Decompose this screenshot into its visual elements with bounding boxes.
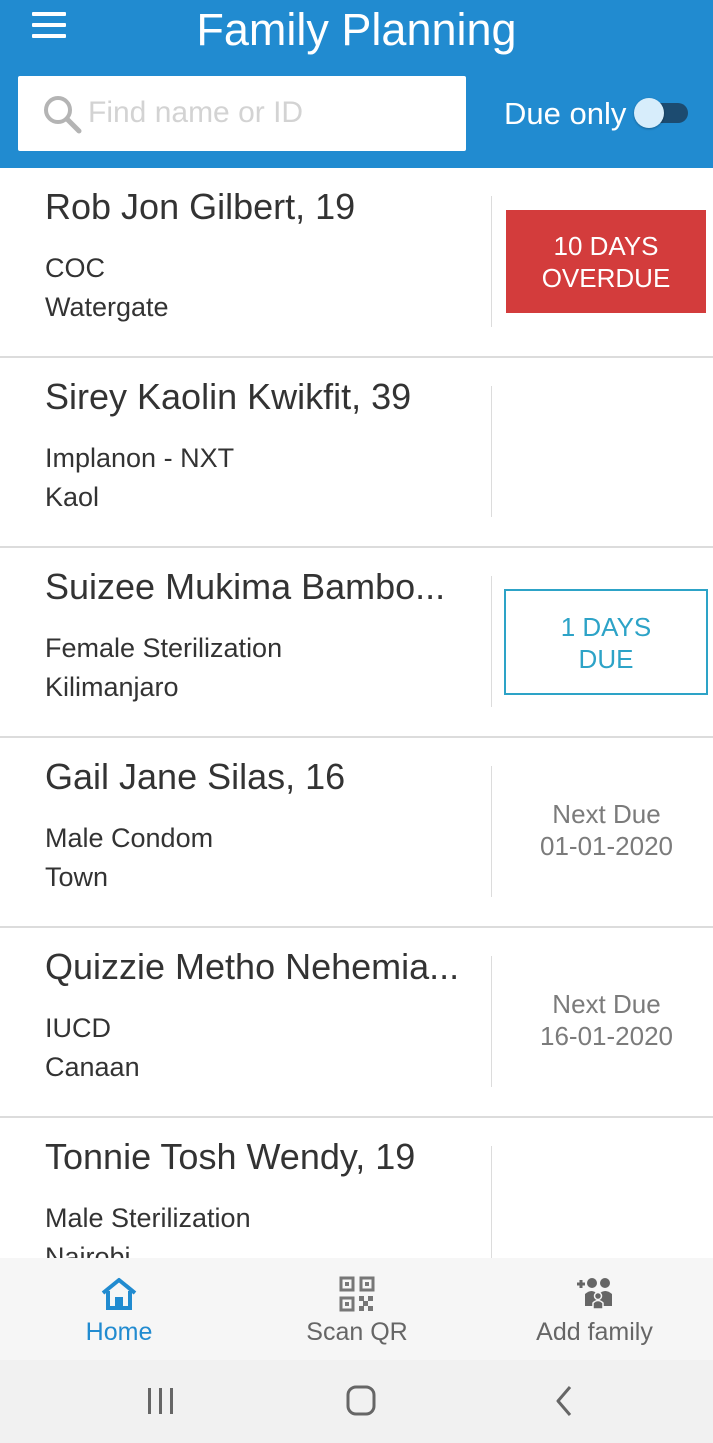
status-line-2: OVERDUE: [541, 263, 671, 293]
row-divider: [491, 956, 492, 1087]
client-location: Kilimanjaro: [45, 672, 179, 702]
next-due-status: Next Due 01-01-2020: [500, 798, 713, 862]
search-icon: [44, 96, 82, 134]
client-location: Nairobi: [45, 1242, 131, 1258]
client-row[interactable]: Sirey Kaolin Kwikfit, 39 Implanon - NXT …: [0, 358, 713, 548]
client-name: Sirey Kaolin Kwikfit, 39: [45, 376, 412, 417]
client-row[interactable]: Quizzie Metho Nehemia... IUCD Canaan Nex…: [0, 928, 713, 1118]
home-button-icon[interactable]: [336, 1380, 386, 1422]
nav-add-family[interactable]: Add family: [476, 1258, 713, 1360]
client-method: Male Condom: [45, 823, 214, 853]
due-only-label: Due only: [504, 96, 627, 131]
app-header: Family Planning Due only: [0, 0, 713, 168]
page-title: Family Planning: [196, 4, 517, 55]
status-line-1: Next Due: [552, 989, 661, 1019]
due-status-button[interactable]: 1 DAYS DUE: [504, 589, 708, 695]
nav-add-family-label: Add family: [536, 1318, 653, 1346]
recent-apps-icon[interactable]: [135, 1380, 185, 1422]
client-method: Female Sterilization: [45, 633, 283, 663]
row-divider: [491, 576, 492, 707]
client-location: Canaan: [45, 1052, 140, 1082]
overdue-status-button[interactable]: 10 DAYS OVERDUE: [506, 210, 706, 313]
status-line-1: 10 DAYS: [553, 231, 659, 261]
next-due-status: Next Due 16-01-2020: [500, 988, 713, 1052]
client-location: Kaol: [45, 482, 100, 512]
add-family-icon: [576, 1278, 612, 1310]
status-line-2: DUE: [578, 644, 634, 674]
status-line-2: 01-01-2020: [540, 831, 673, 861]
status-line-2: 16-01-2020: [540, 1021, 673, 1051]
client-method: COC: [45, 253, 105, 283]
client-row[interactable]: Gail Jane Silas, 16 Male Condom Town Nex…: [0, 738, 713, 928]
client-method: Male Sterilization: [45, 1203, 251, 1233]
home-icon: [101, 1278, 137, 1310]
back-icon[interactable]: [538, 1380, 588, 1422]
system-navigation-bar: [0, 1360, 713, 1443]
client-row[interactable]: Tonnie Tosh Wendy, 19 Male Sterilization…: [0, 1118, 713, 1258]
bottom-navigation: Home Scan QR Add family: [0, 1258, 713, 1360]
search-bar[interactable]: [18, 76, 466, 151]
qr-code-icon: [339, 1276, 375, 1312]
client-location: Watergate: [45, 292, 169, 322]
search-input[interactable]: [88, 88, 448, 138]
status-line-1: 1 DAYS: [560, 612, 652, 642]
due-only-toggle[interactable]: [634, 98, 688, 128]
client-row[interactable]: Suizee Mukima Bambo... Female Sterilizat…: [0, 548, 713, 738]
row-divider: [491, 196, 492, 327]
client-name: Suizee Mukima Bambo...: [45, 566, 446, 607]
client-method: IUCD: [45, 1013, 111, 1043]
client-location: Town: [45, 862, 109, 892]
client-method: Implanon - NXT: [45, 443, 235, 473]
status-line-1: Next Due: [552, 799, 661, 829]
nav-home[interactable]: Home: [0, 1258, 238, 1360]
client-name: Gail Jane Silas, 16: [45, 756, 346, 797]
client-name: Quizzie Metho Nehemia...: [45, 946, 460, 987]
client-name: Tonnie Tosh Wendy, 19: [45, 1136, 416, 1177]
client-list[interactable]: Rob Jon Gilbert, 19 COC Watergate 10 DAY…: [0, 168, 713, 1258]
client-row[interactable]: Rob Jon Gilbert, 19 COC Watergate 10 DAY…: [0, 168, 713, 358]
client-name: Rob Jon Gilbert, 19: [45, 186, 356, 227]
row-divider: [491, 766, 492, 897]
row-divider: [491, 1146, 492, 1258]
nav-home-label: Home: [85, 1318, 153, 1346]
row-divider: [491, 386, 492, 517]
nav-scan-qr[interactable]: Scan QR: [238, 1258, 476, 1360]
nav-scan-qr-label: Scan QR: [306, 1318, 408, 1346]
